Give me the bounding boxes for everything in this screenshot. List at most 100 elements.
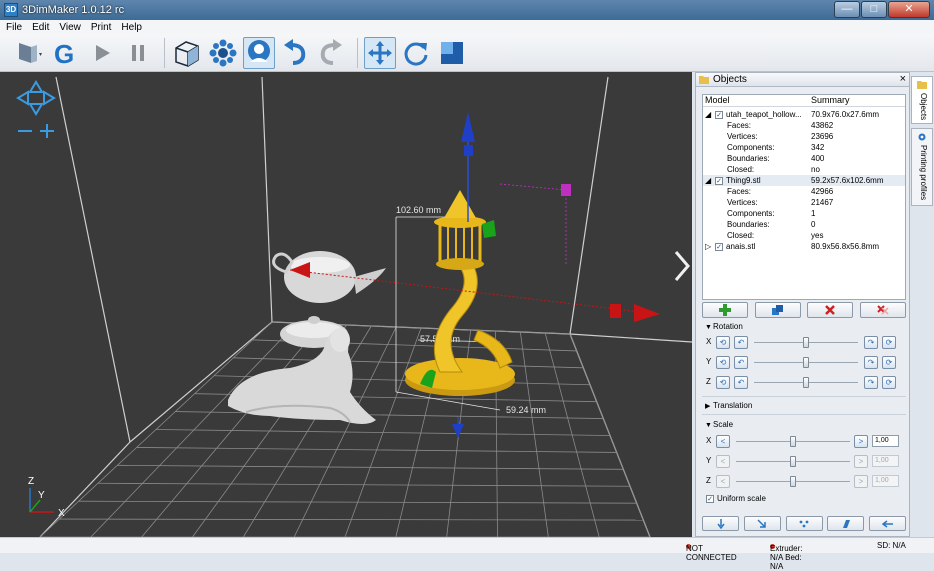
play-icon <box>96 44 110 61</box>
rotation-slider-thumb[interactable] <box>803 337 809 348</box>
3d-viewport[interactable]: 102.60 mm 57.58 mm 59.24 mm Z Y X <box>0 72 692 537</box>
pan-right-icon[interactable] <box>43 90 56 106</box>
rotate-button[interactable] <box>400 37 432 69</box>
column-summary[interactable]: Summary <box>811 95 850 106</box>
scale-increase-button[interactable]: > <box>854 455 868 468</box>
rotate-cw-90-button[interactable]: ⟳ <box>882 376 896 389</box>
pan-left-icon[interactable] <box>16 90 29 106</box>
lay-flat-button[interactable] <box>827 516 865 531</box>
undo-button[interactable] <box>279 37 311 69</box>
object-tree-header: Model Summary <box>703 95 905 107</box>
scale-section-header[interactable]: ▼Scale <box>702 419 733 431</box>
scale-increase-button[interactable]: > <box>854 435 868 448</box>
object-row[interactable]: ◢ ✓ utah_teapot_hollow... 70.9x76.0x27.6mm <box>703 109 905 120</box>
scale-slider-thumb[interactable] <box>790 476 796 487</box>
z-axis-handle[interactable] <box>464 145 473 156</box>
object-row[interactable]: ▷ ✓ anais.stl 80.9x56.8x56.8mm <box>703 241 905 252</box>
object-summary: 70.9x76.0x27.6mm <box>811 110 880 119</box>
expand-toggle-icon[interactable]: ▷ <box>705 241 711 252</box>
arrange-objects-button[interactable] <box>785 516 823 531</box>
pan-down-icon[interactable] <box>28 103 44 116</box>
translation-section-header[interactable]: ▶ Translation <box>702 400 752 412</box>
x-axis-arrow[interactable] <box>634 304 660 322</box>
expand-toggle-icon[interactable]: ◢ <box>705 109 711 120</box>
rotate-cw-button[interactable]: ↷ <box>864 376 878 389</box>
z-axis-arrow-bottom[interactable] <box>452 424 464 438</box>
teapot-model[interactable] <box>272 251 386 348</box>
move-button[interactable] <box>364 36 396 69</box>
scale-button[interactable] <box>436 37 468 69</box>
rotate-cw-90-button[interactable]: ⟳ <box>882 336 896 349</box>
tower-model[interactable] <box>405 190 515 396</box>
menu-help[interactable]: Help <box>121 22 142 33</box>
z-axis-arrow[interactable] <box>461 112 475 142</box>
delete-object-button[interactable] <box>807 302 854 318</box>
rotate-ccw-90-button[interactable]: ⟲ <box>716 356 730 369</box>
move-left-button[interactable] <box>869 516 906 531</box>
pause-button[interactable] <box>122 37 154 69</box>
delete-icon <box>825 305 836 315</box>
object-row[interactable]: ◢ ✓ Thing9.stl 59.2x57.6x102.6mm <box>703 175 905 186</box>
expand-toggle-icon[interactable]: ◢ <box>705 175 711 186</box>
tab-printing-profiles[interactable]: Printing profiles <box>911 128 933 206</box>
menu-edit[interactable]: Edit <box>32 22 49 33</box>
menu-print[interactable]: Print <box>91 22 112 33</box>
close-button[interactable]: ✕ <box>888 1 930 18</box>
scale-decrease-button[interactable]: < <box>716 435 730 448</box>
center-object-button[interactable] <box>743 516 781 531</box>
rotate-ccw-90-button[interactable]: ⟲ <box>716 376 730 389</box>
drop-to-bed-button[interactable] <box>702 516 739 531</box>
generate-gcode-button[interactable]: G <box>50 37 82 69</box>
play-button[interactable] <box>86 37 118 69</box>
rotation-section-header[interactable]: ▼Rotation <box>702 321 743 333</box>
scale-slider-thumb[interactable] <box>790 456 796 467</box>
add-object-button[interactable] <box>702 302 748 318</box>
scale-slider-thumb[interactable] <box>790 436 796 447</box>
user-assist-button[interactable] <box>243 36 275 69</box>
scale-handle[interactable] <box>561 184 571 196</box>
scale-value-field[interactable]: 1,00 <box>872 475 899 487</box>
object-visibility-checkbox[interactable]: ✓ <box>715 110 723 119</box>
view-cube-button[interactable] <box>171 37 203 69</box>
scene-canvas[interactable]: 102.60 mm 57.58 mm 59.24 mm Z Y X <box>0 72 692 537</box>
minimize-button[interactable]: — <box>834 1 860 18</box>
object-visibility-checkbox[interactable]: ✓ <box>715 176 723 185</box>
scale-decrease-button[interactable]: < <box>716 455 730 468</box>
redo-button[interactable] <box>315 37 347 69</box>
arrange-icon <box>799 520 809 527</box>
expand-panel-chevron-icon[interactable] <box>674 251 690 281</box>
app-icon: 3D <box>4 3 18 17</box>
scale-value-field[interactable]: 1,00 <box>872 435 899 447</box>
support-button[interactable] <box>207 37 239 69</box>
maximize-button[interactable]: □ <box>861 1 887 18</box>
uniform-scale-checkbox[interactable]: ✓ <box>706 494 714 503</box>
rotation-slider-thumb[interactable] <box>803 357 809 368</box>
panel-close-icon[interactable]: × <box>900 73 906 85</box>
load-model-button[interactable] <box>14 37 46 69</box>
scale-decrease-button[interactable]: < <box>716 475 730 488</box>
scale-value-field[interactable]: 1,00 <box>872 455 899 467</box>
rotate-ccw-button[interactable]: ↶ <box>734 376 748 389</box>
menu-file[interactable]: File <box>6 22 22 33</box>
uniform-scale-option[interactable]: ✓ Uniform scale <box>706 494 766 503</box>
rotate-ccw-button[interactable]: ↶ <box>734 356 748 369</box>
object-visibility-checkbox[interactable]: ✓ <box>715 242 723 251</box>
menu-view[interactable]: View <box>59 22 81 33</box>
pan-up-icon[interactable] <box>28 80 44 93</box>
rotate-ccw-90-button[interactable]: ⟲ <box>716 336 730 349</box>
add-icon <box>719 304 731 316</box>
object-tree[interactable]: Model Summary ◢ ✓ utah_teapot_hollow... 70.… <box>702 94 906 300</box>
sd-status: SD: N/A <box>877 541 906 550</box>
rotate-cw-button[interactable]: ↷ <box>864 336 878 349</box>
delete-all-button[interactable] <box>859 302 906 318</box>
rotation-slider-thumb[interactable] <box>803 377 809 388</box>
x-axis-handle[interactable] <box>610 304 621 318</box>
scale-increase-button[interactable]: > <box>854 475 868 488</box>
tab-objects[interactable]: Objects <box>911 76 933 124</box>
column-model[interactable]: Model <box>703 95 811 106</box>
duplicate-object-button[interactable] <box>754 302 801 318</box>
scale-icon <box>441 41 463 64</box>
rotate-cw-90-button[interactable]: ⟳ <box>882 356 896 369</box>
rotate-cw-button[interactable]: ↷ <box>864 356 878 369</box>
rotate-ccw-button[interactable]: ↶ <box>734 336 748 349</box>
